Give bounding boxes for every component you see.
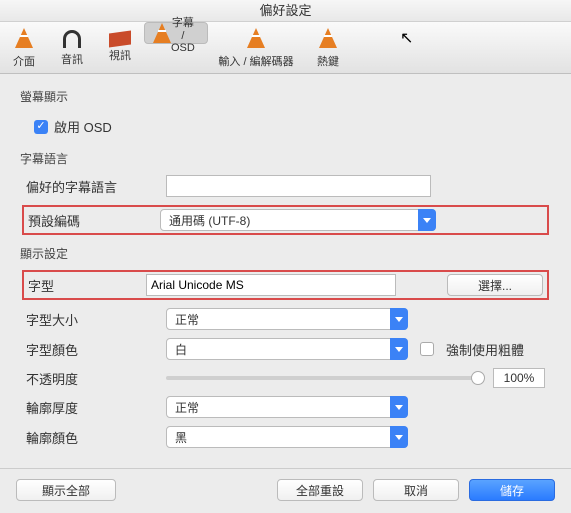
font-color-select[interactable]: 白	[166, 338, 408, 360]
window-title: 偏好設定	[0, 0, 571, 22]
font-row: 字型 選擇...	[22, 270, 549, 300]
subtitle-lang-section-header: 字幕語言	[20, 150, 551, 167]
outline-thickness-select[interactable]: 正常	[166, 396, 408, 418]
cone-icon	[319, 28, 337, 48]
pref-lang-label: 偏好的字幕語言	[26, 177, 166, 196]
tab-hotkeys-label: 熱鍵	[304, 53, 352, 69]
tab-audio[interactable]: 音訊	[48, 22, 96, 73]
show-all-button[interactable]: 顯示全部	[16, 479, 116, 501]
pref-lang-input[interactable]	[166, 175, 431, 197]
tab-audio-label: 音訊	[48, 51, 96, 67]
choose-font-button[interactable]: 選擇...	[447, 274, 543, 296]
slider-thumb[interactable]	[471, 371, 485, 385]
outline-color-label: 輪廓顏色	[26, 428, 166, 447]
tab-subtitle-osd[interactable]: 字幕 / OSD	[144, 22, 208, 44]
film-icon	[109, 30, 131, 47]
bottom-button-bar: 顯示全部 全部重設 取消 儲存	[0, 468, 571, 513]
font-input[interactable]	[146, 274, 396, 296]
cancel-button[interactable]: 取消	[373, 479, 459, 501]
chevron-down-icon	[390, 426, 408, 448]
enable-osd-label: 啟用 OSD	[54, 117, 112, 136]
force-bold-label: 強制使用粗體	[446, 340, 524, 359]
font-label: 字型	[28, 276, 146, 295]
opacity-slider[interactable]	[166, 376, 485, 380]
toolbar: 介面 音訊 視訊 字幕 / OSD 輸入 / 編解碼器 熱鍵	[0, 22, 571, 74]
opacity-value[interactable]: 100%	[493, 368, 545, 388]
chevron-down-icon	[390, 338, 408, 360]
default-encoding-label: 預設編碼	[28, 211, 160, 230]
cone-icon	[15, 28, 33, 48]
osd-section-header: 螢幕顯示	[20, 88, 551, 105]
display-settings-section-header: 顯示設定	[20, 245, 551, 262]
tab-interface-label: 介面	[0, 53, 48, 69]
tab-input-codecs[interactable]: 輸入 / 編解碼器	[208, 22, 304, 73]
tab-hotkeys[interactable]: 熱鍵	[304, 22, 352, 73]
enable-osd-checkbox[interactable]: ✓	[34, 120, 48, 134]
tab-subtitle-label: 字幕 / OSD	[171, 14, 195, 54]
cone-icon	[153, 23, 171, 43]
default-encoding-row: 預設編碼 通用碼 (UTF-8)	[22, 205, 549, 235]
chevron-down-icon	[418, 209, 436, 231]
force-bold-checkbox[interactable]	[420, 342, 434, 356]
save-button[interactable]: 儲存	[469, 479, 555, 501]
headphones-icon	[63, 30, 81, 48]
font-size-label: 字型大小	[26, 310, 166, 329]
opacity-label: 不透明度	[26, 369, 166, 388]
chevron-down-icon	[390, 396, 408, 418]
chevron-down-icon	[390, 308, 408, 330]
default-encoding-select[interactable]: 通用碼 (UTF-8)	[160, 209, 436, 231]
tab-video[interactable]: 視訊	[96, 22, 144, 73]
reset-all-button[interactable]: 全部重設	[277, 479, 363, 501]
tab-video-label: 視訊	[96, 47, 144, 63]
outline-thickness-label: 輪廓厚度	[26, 398, 166, 417]
font-size-select[interactable]: 正常	[166, 308, 408, 330]
tab-interface[interactable]: 介面	[0, 22, 48, 73]
outline-color-select[interactable]: 黑	[166, 426, 408, 448]
font-color-label: 字型顏色	[26, 340, 166, 359]
cone-icon	[247, 28, 265, 48]
tab-input-label: 輸入 / 編解碼器	[208, 53, 304, 69]
